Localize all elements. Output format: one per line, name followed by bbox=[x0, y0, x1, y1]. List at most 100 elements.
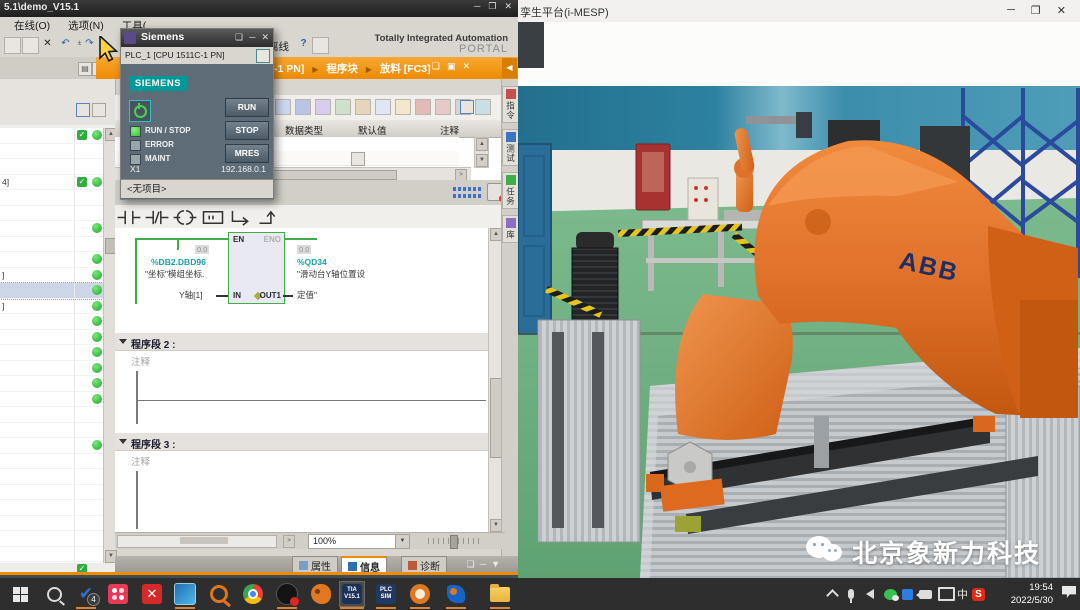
menu-options[interactable]: 选项(N) bbox=[68, 18, 104, 33]
network3-header[interactable]: 程序段 3 : bbox=[115, 433, 488, 451]
device-view-icon[interactable] bbox=[256, 49, 270, 63]
input-operand[interactable]: %DB2.DBD96 bbox=[151, 257, 206, 267]
zoom-dropdown-icon[interactable]: ▼ bbox=[395, 535, 409, 548]
tia-minimize-button[interactable]: ─ bbox=[474, 1, 480, 12]
inspector-float-icon[interactable]: ❏ bbox=[467, 559, 475, 570]
inspector-collapse-icon[interactable]: ▼ bbox=[491, 559, 500, 570]
sogou-tray-icon[interactable]: S bbox=[972, 578, 985, 610]
network2-header[interactable]: 程序段 2 : bbox=[115, 333, 488, 351]
hscroll-thumb[interactable] bbox=[180, 537, 228, 544]
tree-row[interactable] bbox=[0, 237, 103, 253]
redo-icon[interactable]: ↷ bbox=[82, 37, 97, 52]
tia-titlebar[interactable]: 5.1\demo_V15.1 ─ ❐ ✕ bbox=[0, 0, 518, 17]
delete-icon[interactable]: ✕ bbox=[40, 37, 55, 52]
go-to-offline-icon[interactable] bbox=[435, 99, 451, 115]
tree-row[interactable] bbox=[0, 330, 103, 346]
tree-row[interactable]: 4]✓ bbox=[0, 175, 103, 191]
tree-row[interactable] bbox=[0, 144, 103, 160]
sim-restore-button[interactable]: ❐ bbox=[1031, 4, 1041, 17]
no-contact-icon[interactable] bbox=[116, 207, 142, 228]
sim-3d-viewport[interactable]: ABB 北京象新力科技 bbox=[518, 86, 1080, 578]
power-button[interactable] bbox=[129, 100, 151, 122]
nc-contact-icon[interactable] bbox=[144, 207, 170, 228]
tree-row[interactable] bbox=[0, 283, 103, 299]
microphone-icon[interactable] bbox=[848, 578, 854, 610]
tree-row[interactable] bbox=[0, 159, 103, 175]
wizard-icon[interactable] bbox=[395, 99, 411, 115]
sim-minimize-button[interactable]: ─ bbox=[1007, 4, 1015, 17]
plcsim-minimize-button[interactable]: ─ bbox=[249, 32, 255, 43]
editor-close-button[interactable]: ✕ bbox=[462, 61, 470, 72]
tia-portal-taskbar-icon[interactable]: TIAV15.1 bbox=[340, 582, 364, 606]
collapse-right-panel-icon[interactable]: ◀ bbox=[502, 58, 517, 78]
pane-icon[interactable]: ▤ bbox=[78, 62, 92, 76]
add-table-icon[interactable] bbox=[92, 103, 106, 117]
menu-online[interactable]: 在线(O) bbox=[14, 18, 50, 33]
zoom-slider-thumb[interactable] bbox=[450, 535, 458, 549]
tree-row[interactable] bbox=[0, 423, 103, 439]
wechat-tray-icon[interactable] bbox=[884, 578, 897, 610]
plcsim-taskbar-icon[interactable]: PLCSIM bbox=[374, 582, 398, 606]
run-button[interactable]: RUN bbox=[225, 98, 269, 117]
empty-box-icon[interactable] bbox=[200, 207, 226, 228]
editor-maximize-button[interactable]: ▣ bbox=[447, 61, 456, 72]
ime-indicator[interactable]: 中 bbox=[957, 578, 968, 610]
close-branch-icon[interactable] bbox=[256, 207, 282, 228]
photos-app-icon[interactable] bbox=[173, 582, 197, 606]
plcsim-float-button[interactable]: ❏ bbox=[235, 32, 243, 43]
mres-button[interactable]: MRES bbox=[225, 144, 269, 163]
speaker-icon[interactable] bbox=[866, 578, 874, 610]
col-default[interactable]: 默认值 bbox=[358, 123, 387, 137]
move-block[interactable]: EN ENO IN OUT1 bbox=[228, 232, 285, 304]
table-view-icon[interactable] bbox=[76, 103, 90, 117]
sync-app-icon[interactable] bbox=[408, 582, 432, 606]
tia-close-button[interactable]: ✕ bbox=[504, 1, 512, 12]
clock-app-icon[interactable] bbox=[106, 582, 130, 606]
tree-row[interactable] bbox=[0, 469, 103, 485]
block-call-icon[interactable] bbox=[315, 99, 331, 115]
upload-icon[interactable] bbox=[355, 99, 371, 115]
tree-row[interactable] bbox=[0, 454, 103, 470]
tray-chevron-icon[interactable] bbox=[828, 578, 837, 610]
side-tab-testing[interactable]: 测试 bbox=[502, 129, 520, 166]
side-tab-tasks[interactable]: 任务 bbox=[502, 172, 520, 209]
editor-hscroll[interactable] bbox=[117, 535, 277, 548]
plcsim-dialog[interactable]: Siemens ❏ ─ ✕ PLC_1 [CPU 1511C-1 PN] SIE… bbox=[120, 28, 274, 200]
undo-icon[interactable]: ↶ bbox=[58, 37, 73, 52]
coil-icon[interactable] bbox=[172, 207, 198, 228]
tree-row[interactable] bbox=[0, 531, 103, 547]
red-x-app-icon[interactable]: ✕ bbox=[140, 582, 164, 606]
tree-row[interactable] bbox=[0, 407, 103, 423]
sim-close-button[interactable]: ✕ bbox=[1057, 4, 1066, 17]
tree-row[interactable] bbox=[0, 500, 103, 516]
tree-row[interactable] bbox=[0, 516, 103, 532]
download-icon[interactable] bbox=[335, 99, 351, 115]
stop-button[interactable]: STOP bbox=[225, 121, 269, 140]
editor-vscroll[interactable]: ▲ ▼ bbox=[488, 228, 502, 532]
chrome-icon[interactable] bbox=[241, 582, 265, 606]
recorder-app-icon[interactable] bbox=[275, 582, 299, 606]
help-icon[interactable]: ? bbox=[296, 37, 311, 52]
tree-row[interactable] bbox=[0, 376, 103, 392]
scroll-right-icon[interactable]: > bbox=[283, 535, 295, 548]
plcsim-close-button[interactable]: ✕ bbox=[261, 32, 269, 43]
sim-titlebar[interactable]: 孪生平台(i-MESP) ─ ❐ ✕ bbox=[518, 0, 1080, 23]
display-tray-icon[interactable] bbox=[938, 578, 955, 610]
window-layout-icon[interactable] bbox=[312, 37, 329, 54]
tree-row[interactable] bbox=[0, 252, 103, 268]
inspector-tab-diagnostics[interactable]: 诊断 bbox=[401, 556, 447, 573]
side-tab-instructions[interactable]: 指令 bbox=[502, 86, 520, 123]
blue-app-icon[interactable] bbox=[444, 582, 468, 606]
settings-table-icon[interactable] bbox=[460, 100, 474, 114]
output-operand[interactable]: %QD34 bbox=[297, 257, 327, 267]
tree-row[interactable] bbox=[0, 314, 103, 330]
hscroll-thumb[interactable] bbox=[265, 170, 397, 180]
tia-restore-button[interactable]: ❐ bbox=[488, 1, 496, 12]
bird-app-icon[interactable] bbox=[309, 582, 333, 606]
editor-minimize-button[interactable]: ─ bbox=[418, 61, 424, 72]
tree-row[interactable] bbox=[0, 361, 103, 377]
tree-row[interactable]: ] bbox=[0, 268, 103, 284]
tree-row[interactable] bbox=[0, 221, 103, 237]
breadcrumb-program-blocks[interactable]: 程序块 bbox=[326, 63, 358, 75]
clipboard-icon[interactable] bbox=[4, 37, 21, 54]
